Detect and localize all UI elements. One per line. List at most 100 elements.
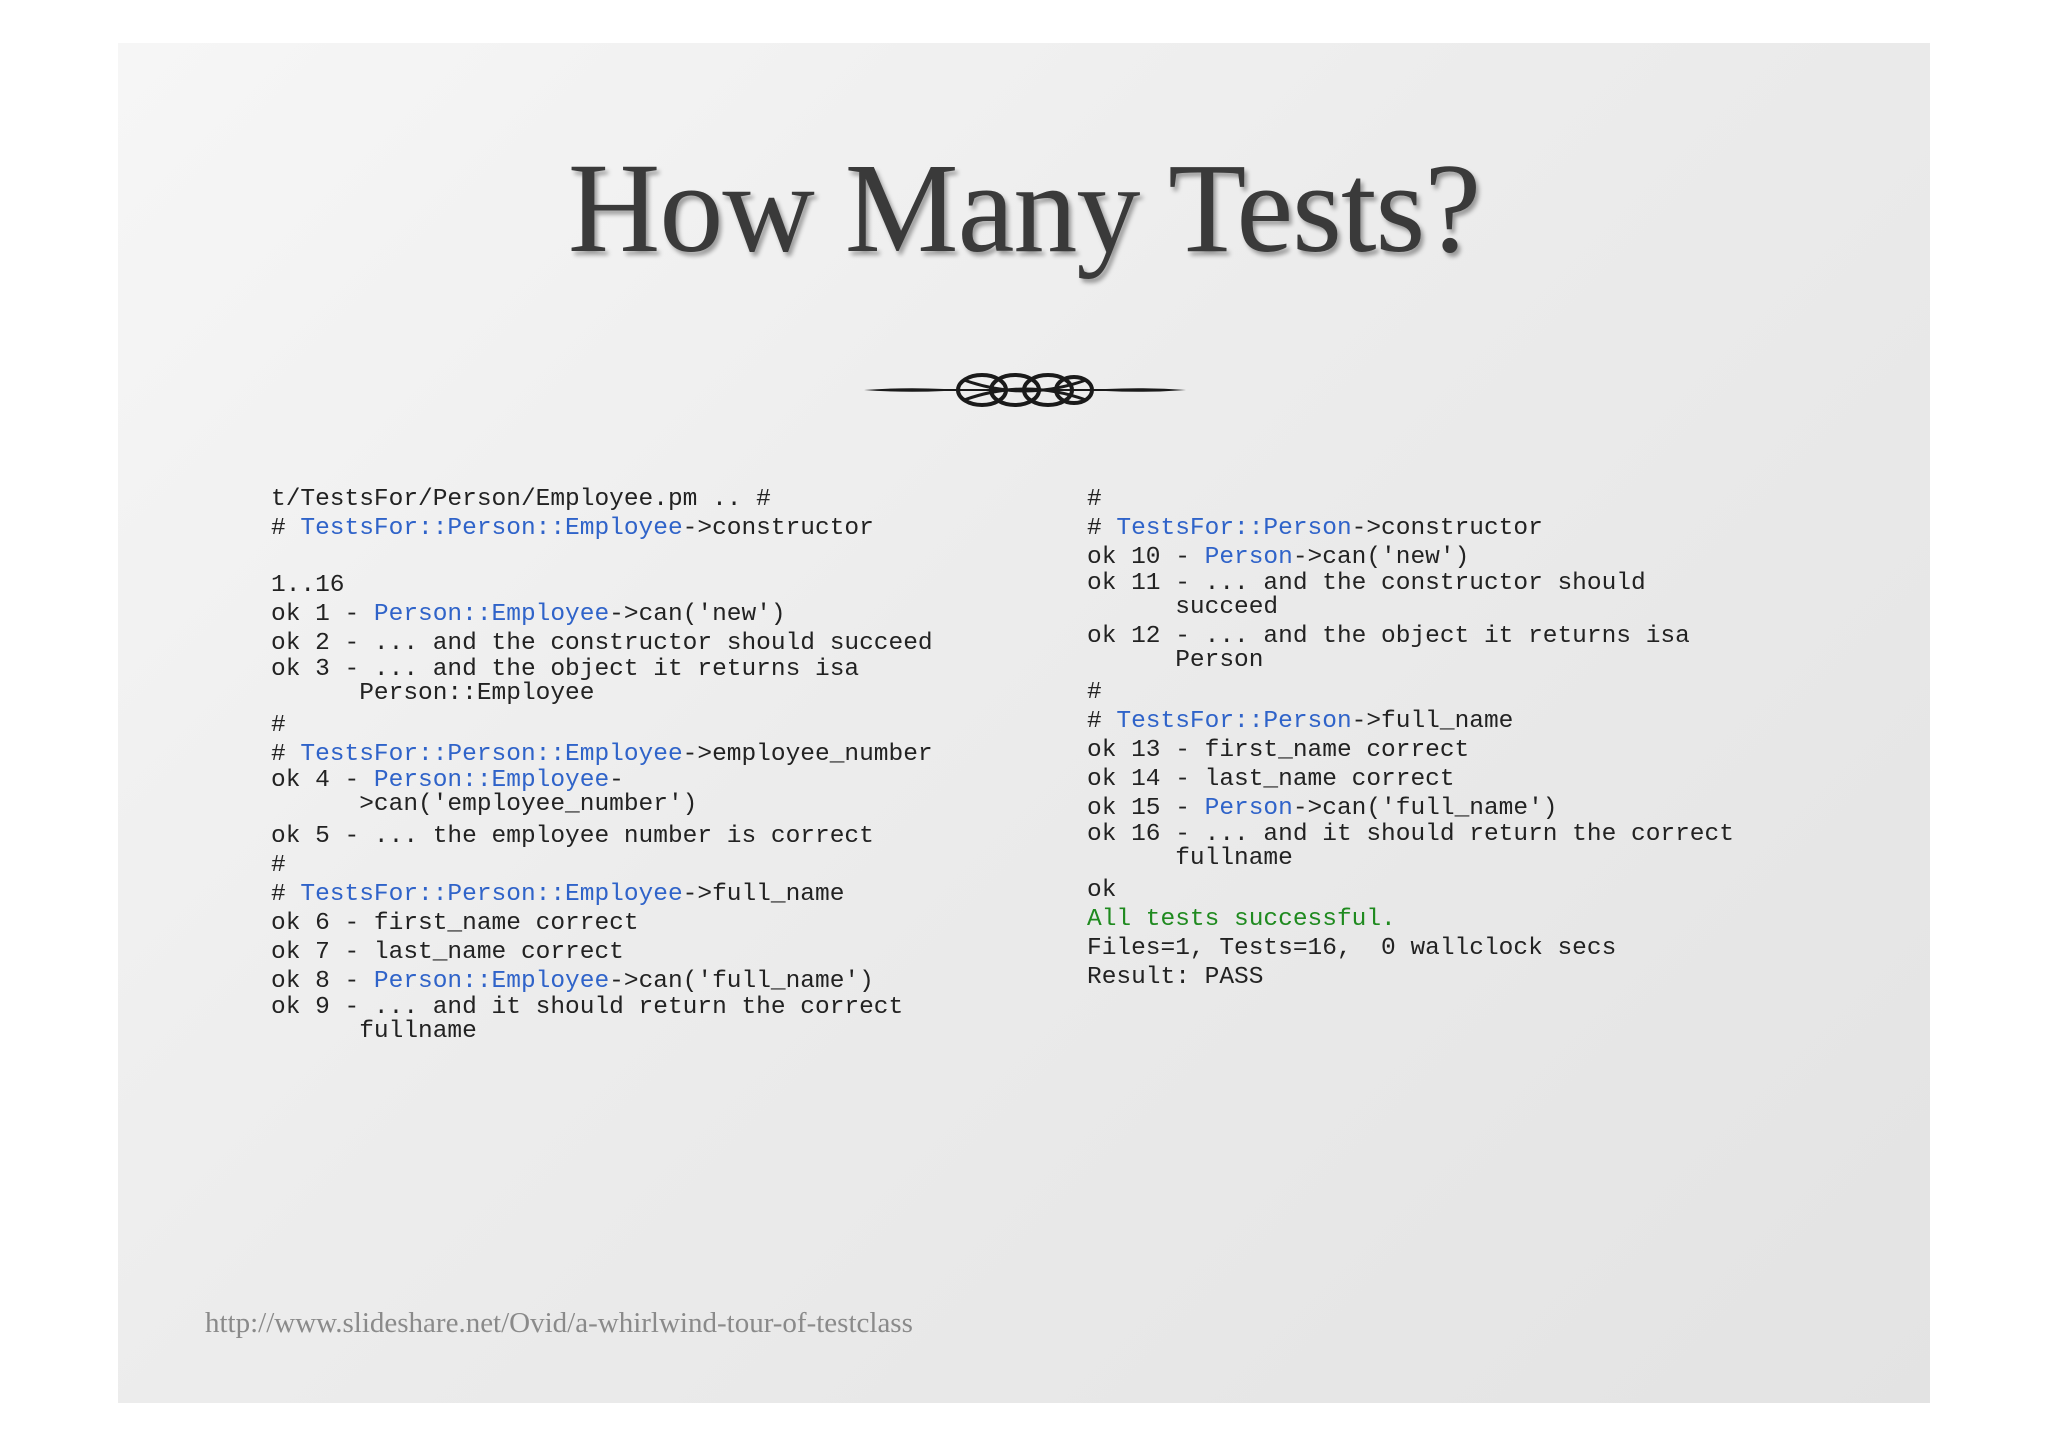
- output-text: #: [1087, 515, 1117, 542]
- output-line: ok 1 - Person::Employee->can('new'): [271, 600, 1031, 629]
- output-text: ok 7 - last_name correct: [271, 939, 624, 966]
- output-text: Person::Employee: [271, 680, 595, 707]
- output-line: Files=1, Tests=16, 0 wallclock secs: [1087, 934, 1887, 963]
- output-text: ->constructor: [1351, 515, 1543, 542]
- output-text: ok 10 -: [1087, 544, 1205, 571]
- output-line: t/TestsFor/Person/Employee.pm .. #: [271, 485, 1031, 514]
- output-text: ok 9 - ... and it should return the corr…: [271, 994, 904, 1021]
- output-line: ok 12 - ... and the object it returns is…: [1087, 623, 1887, 650]
- output-line: ok: [1087, 876, 1887, 905]
- package-name: Person::Employee: [373, 767, 610, 794]
- output-line: 1..16: [271, 571, 1031, 600]
- package-name: TestsFor::Person::Employee: [300, 881, 683, 908]
- output-line: ok 5 - ... the employee number is correc…: [271, 822, 1031, 851]
- output-line: #: [271, 851, 1031, 880]
- output-text: ok 15 -: [1087, 795, 1205, 822]
- test-output-right-column: # # TestsFor::Person->constructor ok 10 - …: [1087, 485, 1887, 992]
- output-line: ok 7 - last_name correct: [271, 938, 1031, 967]
- output-text: ->employee_number: [682, 741, 933, 768]
- output-text: ->constructor: [682, 515, 874, 542]
- package-name: Person: [1204, 795, 1293, 822]
- output-line: All tests successful.: [1087, 905, 1887, 934]
- output-line: # TestsFor::Person::Employee->full_name: [271, 880, 1031, 909]
- output-line: ok 15 - Person->can('full_name'): [1087, 794, 1887, 823]
- output-text: #: [271, 741, 301, 768]
- slide-title: How Many Tests?: [567, 137, 1481, 279]
- source-url: http://www.slideshare.net/Ovid/a-whirlwi…: [205, 1307, 913, 1339]
- output-line: ok 3 - ... and the object it returns isa: [271, 656, 1031, 683]
- output-text: fullname: [271, 1018, 477, 1045]
- flourish-divider-icon: [864, 373, 1186, 407]
- output-text: fullname: [1087, 845, 1293, 872]
- output-text: ->can('new'): [609, 601, 786, 628]
- output-line: # TestsFor::Person::Employee->constructo…: [271, 514, 1031, 543]
- package-name: TestsFor::Person: [1116, 515, 1352, 542]
- output-line: ok 16 - ... and it should return the cor…: [1087, 821, 1887, 848]
- output-text: Result: PASS: [1087, 964, 1264, 991]
- output-line: #: [1087, 485, 1887, 514]
- output-line: Result: PASS: [1087, 963, 1887, 992]
- output-line: #: [271, 711, 1031, 740]
- output-text: ok 4 -: [271, 767, 374, 794]
- output-text: #: [271, 881, 301, 908]
- output-text: #: [1087, 708, 1117, 735]
- output-text: ->can('new'): [1292, 544, 1470, 571]
- output-text: ->can('full_name'): [1292, 795, 1558, 822]
- output-text: ok 13 - first_name correct: [1087, 737, 1470, 764]
- output-text: #: [271, 852, 286, 879]
- output-line: fullname: [1087, 845, 1887, 876]
- output-line: # TestsFor::Person::Employee->employee_n…: [271, 740, 1031, 769]
- output-text: ok 3 - ... and the object it returns isa: [271, 656, 860, 683]
- output-text: #: [271, 515, 301, 542]
- output-line: >can('employee_number'): [271, 791, 1031, 822]
- output-line: ok 4 - Person::Employee-: [271, 767, 1031, 794]
- output-text: -: [609, 767, 624, 794]
- output-text: #: [1087, 486, 1102, 513]
- package-name: TestsFor::Person::Employee: [300, 515, 683, 542]
- output-text: ok 11 - ... and the constructor should: [1087, 570, 1646, 597]
- test-output-left-column: t/TestsFor/Person/Employee.pm .. # # Test…: [271, 485, 1031, 1049]
- output-text: ok 2 - ... and the constructor should su…: [271, 630, 933, 657]
- output-text: #: [1087, 679, 1102, 706]
- output-line: # TestsFor::Person->constructor: [1087, 514, 1887, 543]
- package-name: Person: [1204, 544, 1293, 571]
- package-name: TestsFor::Person::Employee: [300, 741, 683, 768]
- output-line: ok 6 - first_name correct: [271, 909, 1031, 938]
- output-text: 1..16: [271, 572, 345, 599]
- output-text: ->full_name: [682, 881, 845, 908]
- output-text: succeed: [1087, 594, 1279, 621]
- output-text: ok 14 - last_name correct: [1087, 766, 1455, 793]
- output-line: ok 11 - ... and the constructor should: [1087, 570, 1887, 597]
- package-name: Person::Employee: [373, 968, 610, 995]
- output-text: ok 8 -: [271, 968, 374, 995]
- success-message: All tests successful.: [1087, 906, 1396, 933]
- output-text: ok: [1087, 877, 1117, 904]
- output-line: ok 14 - last_name correct: [1087, 765, 1887, 794]
- package-name: Person::Employee: [373, 601, 610, 628]
- output-line: Person::Employee: [271, 680, 1031, 711]
- output-text: ok 1 -: [271, 601, 374, 628]
- slide: How Many Tests? t/TestsFor/Person/Employ…: [118, 43, 1930, 1403]
- output-line: Person: [1087, 647, 1887, 678]
- output-line: #: [1087, 678, 1887, 707]
- output-line: ok 10 - Person->can('new'): [1087, 543, 1887, 572]
- output-text: ok 5 - ... the employee number is correc…: [271, 823, 874, 850]
- output-text: ->full_name: [1351, 708, 1514, 735]
- output-line: fullname: [271, 1018, 1031, 1049]
- output-text: ok 16 - ... and it should return the cor…: [1087, 821, 1734, 848]
- output-text: Person: [1087, 647, 1264, 674]
- output-text: #: [271, 712, 286, 739]
- output-text: t/TestsFor/Person/Employee.pm .. #: [271, 486, 771, 513]
- output-text: ok 6 - first_name correct: [271, 910, 639, 937]
- output-text: ->can('full_name'): [609, 968, 874, 995]
- output-line: # TestsFor::Person->full_name: [1087, 707, 1887, 736]
- output-text: >can('employee_number'): [271, 791, 698, 818]
- output-line: ok 9 - ... and it should return the corr…: [271, 994, 1031, 1021]
- package-name: TestsFor::Person: [1116, 708, 1352, 735]
- output-line: succeed: [1087, 594, 1887, 625]
- output-text: Files=1, Tests=16, 0 wallclock secs: [1087, 935, 1617, 962]
- output-line: ok 2 - ... and the constructor should su…: [271, 629, 1031, 658]
- output-text: ok 12 - ... and the object it returns is…: [1087, 623, 1690, 650]
- output-line: ok 8 - Person::Employee->can('full_name'…: [271, 967, 1031, 996]
